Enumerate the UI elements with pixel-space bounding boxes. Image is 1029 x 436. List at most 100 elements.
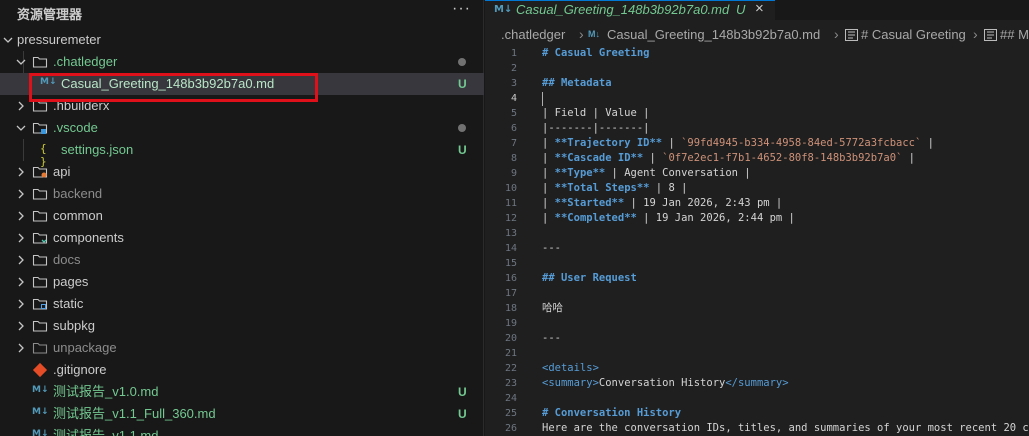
modified-dot <box>458 58 466 66</box>
chevron-down-icon <box>15 120 27 136</box>
chevron-down-icon <box>2 32 14 48</box>
close-icon[interactable]: × <box>755 0 764 17</box>
tree-item-label: backend <box>53 186 103 201</box>
line-number: 24 <box>504 393 517 404</box>
code-line[interactable]: 19 <box>485 316 1029 331</box>
tree-item-label: api <box>53 164 71 179</box>
markdown-icon: M↓ <box>494 4 513 15</box>
code-line[interactable]: 17 <box>485 286 1029 301</box>
breadcrumb-item[interactable]: .chatledger <box>501 27 565 42</box>
tree-item-common[interactable]: common <box>0 205 484 227</box>
code-line[interactable]: 20 --- <box>485 331 1029 346</box>
line-number: 16 <box>504 273 517 284</box>
code-line[interactable]: 14 --- <box>485 241 1029 256</box>
tree-item-static[interactable]: static <box>0 293 484 315</box>
highlight-annotation-box <box>29 73 318 102</box>
explorer-header: 资源管理器 ··· <box>0 0 484 24</box>
tree-item-label: pages <box>53 274 89 289</box>
code-line[interactable]: 15 <box>485 256 1029 271</box>
code-line[interactable]: 24 <box>485 391 1029 406</box>
code-line[interactable]: 1 # Casual Greeting <box>485 46 1029 61</box>
tab-casual-greeting[interactable]: M↓ Casual_Greeting_148b3b92b7a0.md U × <box>485 0 775 20</box>
tree-item-label: unpackage <box>53 340 117 355</box>
folder-static-icon <box>32 296 48 312</box>
tree-item-gitignore[interactable]: .gitignore <box>0 359 484 381</box>
line-text: ## Metadata <box>542 77 612 89</box>
chevron-right-icon <box>15 318 27 334</box>
line-text: | Field | Value | <box>542 107 650 119</box>
tree-item-label: .gitignore <box>53 362 107 377</box>
tree-item-report-v1-0[interactable]: M↓ 测试报告_v1.0.md U <box>0 381 484 403</box>
code-line[interactable]: 8 | **Cascade ID** | `0f7e2ec1-f7b1-4652-… <box>485 151 1029 166</box>
line-number: 9 <box>510 168 517 179</box>
code-line[interactable]: 13 <box>485 226 1029 241</box>
tree-item-unpackage[interactable]: unpackage <box>0 337 484 359</box>
tree-item-vscode[interactable]: .vscode <box>0 117 484 139</box>
tree-item-pressuremeter[interactable]: pressuremeter <box>0 29 484 51</box>
code-line[interactable]: 7 | **Trajectory ID** | `99fd4945-b334-49… <box>485 136 1029 151</box>
tree-item-api[interactable]: api <box>0 161 484 183</box>
more-actions-icon[interactable]: ··· <box>452 0 471 18</box>
markdown-icon: M↓ <box>588 29 600 39</box>
code-line[interactable]: 6 |-------|-------| <box>485 121 1029 136</box>
code-line[interactable]: 12 | **Completed** | 19 Jan 2026, 2:44 pm… <box>485 211 1029 226</box>
untracked-badge: U <box>458 407 467 421</box>
chevron-down-icon <box>15 54 27 70</box>
line-number: 19 <box>504 318 517 329</box>
line-number: 5 <box>510 108 517 119</box>
code-line[interactable]: 4 <box>485 91 1029 106</box>
breadcrumb-separator: › <box>834 26 839 42</box>
line-text: | **Cascade ID** | `0f7e2ec1-f7b1-4652-8… <box>542 152 916 164</box>
chevron-right-icon <box>15 98 27 114</box>
line-text: <details> <box>542 362 599 374</box>
code-line[interactable]: 5 | Field | Value | <box>485 106 1029 121</box>
line-text: | **Completed** | 19 Jan 2026, 2:44 pm | <box>542 212 795 224</box>
code-line[interactable]: 22 <details> <box>485 361 1029 376</box>
folder-icon <box>32 318 48 334</box>
line-number: 10 <box>504 183 517 194</box>
code-line[interactable]: 3 ## Metadata <box>485 76 1029 91</box>
tree-item-report-v1-1-full-360[interactable]: M↓ 测试报告_v1.1_Full_360.md U <box>0 403 484 425</box>
tree-item-components[interactable]: components <box>0 227 484 249</box>
folder-open-icon <box>32 54 48 70</box>
line-number: 26 <box>504 423 517 434</box>
line-number: 13 <box>504 228 517 239</box>
tree-item-chatledger[interactable]: .chatledger <box>0 51 484 73</box>
tree-item-backend[interactable]: backend <box>0 183 484 205</box>
tree-item-label: 测试报告_v1.1.md <box>53 428 159 436</box>
markdown-icon: M↓ <box>32 429 49 436</box>
chevron-right-icon <box>15 340 27 356</box>
folder-vscode-icon <box>32 120 48 136</box>
line-text: |-------|-------| <box>542 122 650 134</box>
line-number: 4 <box>510 93 517 104</box>
breadcrumb-separator: › <box>973 26 978 42</box>
tree-item-subpkg[interactable]: subpkg <box>0 315 484 337</box>
code-line[interactable]: 10 | **Total Steps** | 8 | <box>485 181 1029 196</box>
code-line[interactable]: 16 ## User Request <box>485 271 1029 286</box>
code-line[interactable]: 23 <summary>Conversation History</summary… <box>485 376 1029 391</box>
code-line[interactable]: 21 <box>485 346 1029 361</box>
folder-icon <box>32 252 48 268</box>
code-line[interactable]: 26 Here are the conversation IDs, titles,… <box>485 421 1029 436</box>
chevron-right-icon <box>15 164 27 180</box>
code-line[interactable]: 18 哈哈 <box>485 301 1029 316</box>
chevron-right-icon <box>15 208 27 224</box>
breadcrumb-item[interactable]: # Casual Greeting <box>861 27 966 42</box>
code-line[interactable]: 11 | **Started** | 19 Jan 2026, 2:43 pm | <box>485 196 1029 211</box>
tree-item-docs[interactable]: docs <box>0 249 484 271</box>
code-editor[interactable]: 1 # Casual Greeting 2 3 ## Metadata 4 5 | Field… <box>485 45 1029 436</box>
folder-icon <box>32 340 48 356</box>
breadcrumb-item[interactable]: Casual_Greeting_148b3b92b7a0.md <box>607 27 820 42</box>
tab-bar: M↓ Casual_Greeting_148b3b92b7a0.md U × <box>485 0 1029 20</box>
breadcrumb-item[interactable]: ## M <box>1000 27 1029 42</box>
tree-item-settings-json[interactable]: { } settings.json U <box>0 139 484 168</box>
line-text: # Casual Greeting <box>542 47 650 59</box>
tab-label: Casual_Greeting_148b3b92b7a0.md <box>516 2 730 17</box>
tree-item-report-v1-1[interactable]: M↓ 测试报告_v1.1.md <box>0 425 484 436</box>
tree-item-label: docs <box>53 252 81 267</box>
code-line[interactable]: 2 <box>485 61 1029 76</box>
code-line[interactable]: 9 | **Type** | Agent Conversation | <box>485 166 1029 181</box>
code-line[interactable]: 25 # Conversation History <box>485 406 1029 421</box>
tree-item-pages[interactable]: pages <box>0 271 484 293</box>
line-number: 14 <box>504 243 517 254</box>
